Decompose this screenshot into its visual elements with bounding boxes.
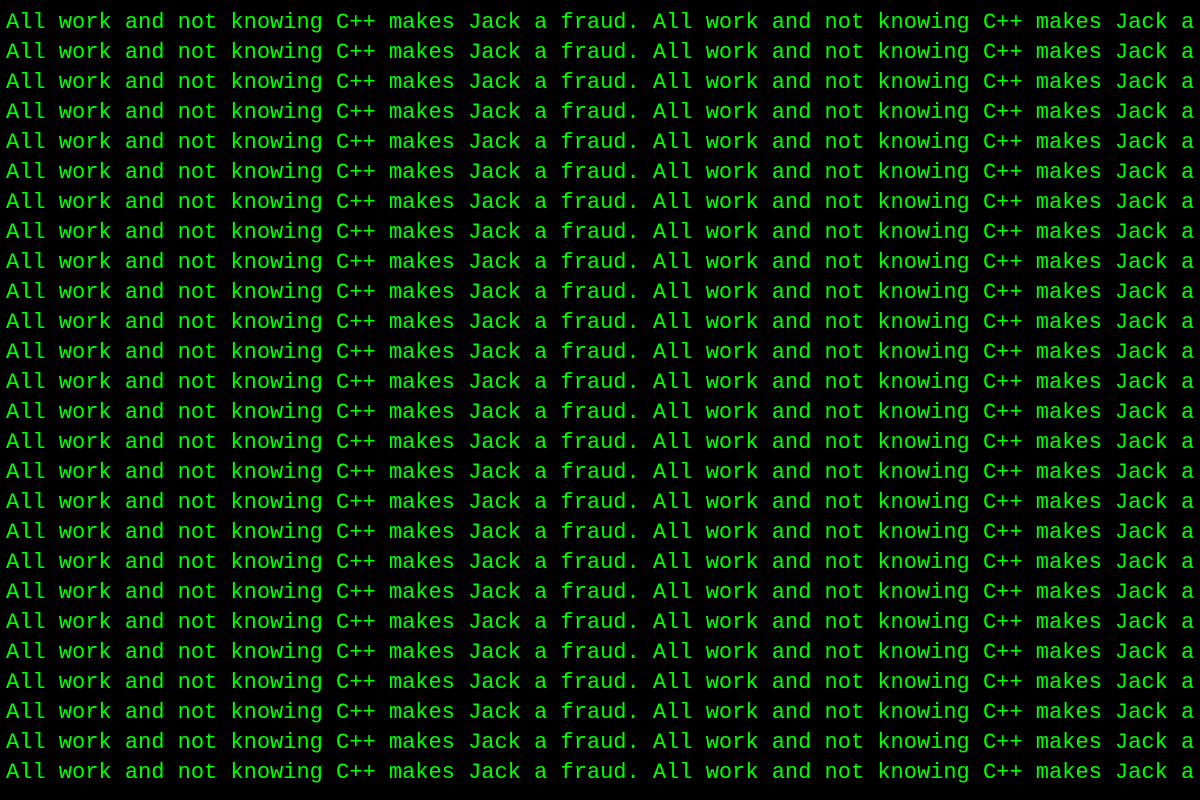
text-line: All work and not knowing C++ makes Jack … [6,428,1194,458]
text-line: All work and not knowing C++ makes Jack … [6,608,1194,638]
text-line: All work and not knowing C++ makes Jack … [6,668,1194,698]
text-line: All work and not knowing C++ makes Jack … [6,278,1194,308]
text-line: All work and not knowing C++ makes Jack … [6,338,1194,368]
text-line: All work and not knowing C++ makes Jack … [6,698,1194,728]
text-line: All work and not knowing C++ makes Jack … [6,758,1194,788]
text-line: All work and not knowing C++ makes Jack … [6,518,1194,548]
text-line: All work and not knowing C++ makes Jack … [6,248,1194,278]
text-line: All work and not knowing C++ makes Jack … [6,38,1194,68]
text-line: All work and not knowing C++ makes Jack … [6,548,1194,578]
text-line: All work and not knowing C++ makes Jack … [6,128,1194,158]
text-line: All work and not knowing C++ makes Jack … [6,398,1194,428]
text-line: All work and not knowing C++ makes Jack … [6,308,1194,338]
text-line: All work and not knowing C++ makes Jack … [6,578,1194,608]
text-line: All work and not knowing C++ makes Jack … [6,368,1194,398]
text-line: All work and not knowing C++ makes Jack … [6,158,1194,188]
text-line: All work and not knowing C++ makes Jack … [6,458,1194,488]
text-line: All work and not knowing C++ makes Jack … [6,8,1194,38]
text-line: All work and not knowing C++ makes Jack … [6,638,1194,668]
text-line: All work and not knowing C++ makes Jack … [6,188,1194,218]
text-line: All work and not knowing C++ makes Jack … [6,98,1194,128]
text-line: All work and not knowing C++ makes Jack … [6,488,1194,518]
text-line: All work and not knowing C++ makes Jack … [6,68,1194,98]
text-line: All work and not knowing C++ makes Jack … [6,728,1194,758]
main-content: All work and not knowing C++ makes Jack … [6,8,1194,792]
text-line: All work and not knowing C++ makes Jack … [6,218,1194,248]
